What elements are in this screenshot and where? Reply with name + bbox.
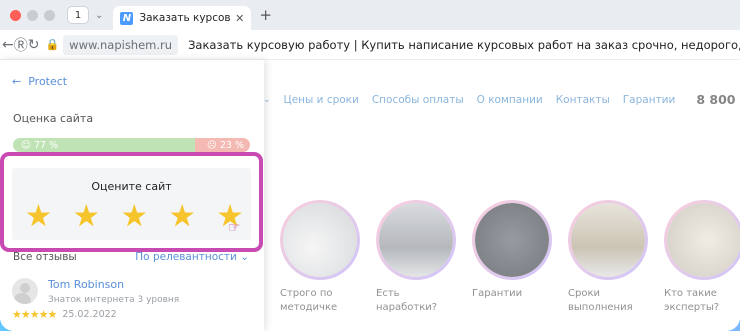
- glasses-photo: [667, 203, 740, 277]
- sort-dropdown[interactable]: По релевантности ⌄: [135, 251, 249, 263]
- reviews-title: Все отзывы: [13, 251, 77, 263]
- review-item: Tom Robinson Знаток интернета 3 уровня: [12, 278, 179, 305]
- chevron-down-icon[interactable]: ⌄: [95, 10, 103, 21]
- url-text[interactable]: www.napishem.ru: [63, 34, 179, 55]
- maximize-window-button[interactable]: [44, 9, 55, 21]
- back-button[interactable]: ← Protect: [12, 75, 67, 88]
- page-title: Заказать курсовую работу | Купить написа…: [188, 37, 740, 52]
- positive-rating: ☺ 77 %: [13, 138, 196, 152]
- back-label: Protect: [28, 75, 68, 88]
- reviews-header: Все отзывы По релевантности ⌄: [13, 251, 249, 263]
- chevron-down-icon[interactable]: ⌄: [263, 95, 271, 105]
- site-navigation: ⌄ Цены и сроки Способы оплаты О компании…: [263, 92, 740, 107]
- browser-tab[interactable]: N Заказать курсовую ра ✕: [113, 6, 252, 30]
- card-image: [283, 203, 357, 277]
- card-image: [667, 203, 740, 277]
- card-image-frame: [472, 200, 552, 280]
- review-author-info: Tom Robinson Знаток интернета 3 уровня: [48, 278, 179, 305]
- review-author-level: Знаток интернета 3 уровня: [48, 295, 180, 305]
- books-photo: [571, 203, 645, 277]
- rating-title: Оценка сайта: [13, 112, 94, 125]
- papers-photo: [379, 203, 453, 277]
- smile-icon: ☺: [21, 139, 34, 151]
- chevron-down-icon: ⌄: [240, 251, 249, 263]
- negative-rating: ☹ 23 %: [195, 138, 250, 152]
- url-field[interactable]: 🔒 www.napishem.ru: [45, 34, 179, 55]
- tab-bar: 1 ⌄ N Заказать курсовую ра ✕ +: [0, 0, 740, 30]
- minimize-window-button[interactable]: [27, 9, 38, 21]
- card-image-frame: [664, 200, 740, 280]
- browser-window: 1 ⌄ N Заказать курсовую ра ✕ + ← Ⓡ ↻ 🔒 w…: [0, 0, 740, 331]
- card-label: Кто такие эксперты?: [664, 288, 720, 313]
- window-controls: [10, 9, 55, 21]
- tab-count-badge[interactable]: 1: [67, 6, 89, 24]
- review-date: 25.02.2022: [62, 309, 117, 320]
- feature-card[interactable]: Кто такие эксперты?: [664, 200, 740, 315]
- feature-card[interactable]: Есть наработки?: [376, 200, 456, 315]
- review-stars-icon: ★★★★★: [12, 308, 57, 321]
- back-arrow-icon: ←: [12, 75, 22, 88]
- new-tab-plus-icon[interactable]: +: [259, 6, 272, 24]
- avatar: [12, 278, 38, 304]
- tab-title: Заказать курсовую ра: [139, 12, 231, 24]
- card-image-frame: [376, 200, 456, 280]
- review-author[interactable]: Tom Robinson: [48, 278, 179, 291]
- nav-item-payment[interactable]: Способы оплаты: [372, 94, 464, 106]
- feature-card[interactable]: Гарантии: [472, 200, 552, 315]
- keyboard-photo: [283, 203, 357, 277]
- feature-card[interactable]: Сроки выполнения: [568, 200, 648, 315]
- feature-cards: Строго по методичке Есть наработки? Гара…: [280, 200, 740, 315]
- card-image: [475, 203, 549, 277]
- nav-item-about[interactable]: О компании: [477, 94, 543, 106]
- nav-item-contacts[interactable]: Контакты: [556, 94, 610, 106]
- card-label: Есть наработки?: [376, 288, 438, 313]
- rating-bar: ☺ 77 % ☹ 23 %: [13, 138, 250, 152]
- lock-icon: 🔒: [45, 38, 60, 51]
- card-image: [571, 203, 645, 277]
- card-label: Гарантии: [472, 288, 523, 299]
- sad-icon: ☹: [206, 139, 220, 151]
- handshake-photo: [475, 203, 549, 277]
- sort-label: По релевантности: [135, 251, 237, 263]
- card-image-frame: [568, 200, 648, 280]
- nav-item-guarantees[interactable]: Гарантии: [623, 94, 676, 106]
- reload-icon[interactable]: ↻: [28, 37, 40, 53]
- highlight-frame: [0, 152, 263, 252]
- card-label: Строго по методичке: [280, 288, 338, 313]
- site-favicon-icon: N: [120, 11, 134, 25]
- card-label: Сроки выполнения: [568, 288, 633, 313]
- negative-percent: 23 %: [219, 139, 244, 151]
- card-image-frame: [280, 200, 360, 280]
- yandex-icon[interactable]: Ⓡ: [14, 35, 28, 55]
- feature-card[interactable]: Строго по методичке: [280, 200, 360, 315]
- nav-item-prices[interactable]: Цены и сроки: [284, 94, 359, 106]
- phone-number[interactable]: 8 800 777: [696, 92, 740, 107]
- address-bar: ← Ⓡ ↻ 🔒 www.napishem.ru Заказать курсову…: [0, 30, 740, 60]
- close-icon[interactable]: ✕: [235, 12, 244, 25]
- close-window-button[interactable]: [10, 9, 21, 21]
- positive-percent: 77 %: [33, 139, 59, 151]
- card-image: [379, 203, 453, 277]
- back-arrow-icon[interactable]: ←: [2, 37, 14, 53]
- review-meta: ★★★★★ 25.02.2022: [12, 308, 117, 321]
